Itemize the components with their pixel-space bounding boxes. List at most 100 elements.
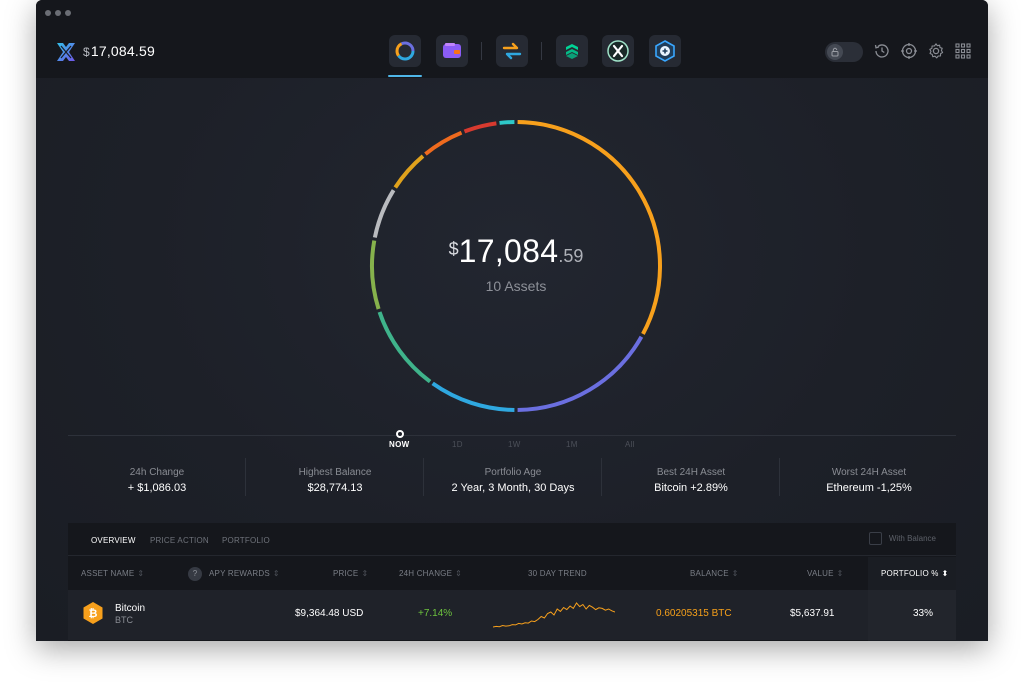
backup-icon[interactable] <box>900 42 918 60</box>
asset-trend-sparkline <box>493 602 615 628</box>
stat-24h-change: 24h Change + $1,086.03 <box>68 456 246 500</box>
timeline-all[interactable]: All <box>625 440 635 449</box>
sparkline-path <box>493 602 615 628</box>
timeline-now[interactable]: NOW <box>389 440 409 449</box>
currency-symbol: $ <box>83 45 90 59</box>
active-app-indicator <box>388 75 422 77</box>
header-label: VALUE <box>807 569 834 578</box>
sort-icon: ⇕ <box>361 569 369 578</box>
stat-label: Portfolio Age <box>484 467 542 478</box>
assets-tabs: OVERVIEW PRICE ACTION PORTFOLIO With Bal… <box>68 523 956 556</box>
portfolio-amount-dec: .59 <box>558 246 584 266</box>
tab-price-action[interactable]: PRICE ACTION <box>150 536 209 545</box>
asset-ticker: BTC <box>115 615 133 625</box>
xdc-app-button[interactable] <box>602 35 634 67</box>
donut-segment[interactable] <box>424 130 463 156</box>
with-balance-checkbox[interactable] <box>868 532 882 545</box>
app-store-button[interactable] <box>649 35 681 67</box>
exchange-app-button[interactable] <box>496 35 528 67</box>
compound-app-button[interactable] <box>556 35 588 67</box>
sort-icon: ⇕ <box>455 569 463 578</box>
xdc-icon <box>607 40 629 62</box>
sort-desc-icon: ⬍ <box>941 569 949 578</box>
lock-icon <box>827 44 843 60</box>
timeline-1w[interactable]: 1W <box>508 440 521 449</box>
header-24h-change[interactable]: 24H CHANGE ⇕ <box>399 569 462 578</box>
sort-icon: ⇕ <box>836 569 844 578</box>
header-label: APY REWARDS <box>209 569 270 578</box>
timeline-1d[interactable]: 1D <box>452 440 463 449</box>
sort-icon: ⇕ <box>731 569 739 578</box>
stat-label: Best 24H Asset <box>656 467 726 478</box>
window-dot-maximize[interactable] <box>65 10 71 16</box>
assets-count: 10 Assets <box>485 278 547 294</box>
table-row[interactable]: ₿ Bitcoin BTC $9,364.48 USD +7.14% 0.602… <box>68 590 956 640</box>
stat-label: 24h Change <box>129 467 185 478</box>
lock-toggle[interactable] <box>825 42 863 62</box>
timeline-1m[interactable]: 1M <box>566 440 578 449</box>
timeline-marker[interactable] <box>396 430 404 438</box>
portfolio-donut: $17,084.59 10 Assets <box>366 116 666 416</box>
stats-bar: 24h Change + $1,086.03 Highest Balance $… <box>68 456 956 500</box>
tab-overview[interactable]: OVERVIEW <box>91 536 136 545</box>
exchange-icon <box>502 42 522 60</box>
help-icon[interactable]: ? <box>188 567 202 581</box>
header-value[interactable]: VALUE ⇕ <box>807 569 844 578</box>
wallet-app-button[interactable] <box>436 35 468 67</box>
header-price[interactable]: PRICE ⇕ <box>333 569 368 578</box>
donut-segment[interactable] <box>372 189 396 238</box>
portfolio-main: $17,084.59 10 Assets NOW 1D 1W 1M All 24… <box>36 78 988 641</box>
stat-highest-balance: Highest Balance $28,774.13 <box>246 456 424 500</box>
header-30-day-trend: 30 DAY TREND <box>528 569 587 578</box>
balance-amount: 17,084.59 <box>90 43 155 59</box>
header-apy-rewards[interactable]: APY REWARDS ⇕ <box>209 569 280 578</box>
window-dot-minimize[interactable] <box>55 10 61 16</box>
compound-icon <box>566 44 578 59</box>
portfolio-currency: $ <box>448 239 459 259</box>
asset-price: $9,364.48 USD <box>295 608 364 619</box>
table-header: ASSET NAME ⇕ ? APY REWARDS ⇕ PRICE ⇕ 24H CH… <box>68 557 956 590</box>
header-balance[interactable]: BALANCE ⇕ <box>690 569 739 578</box>
header-asset-name[interactable]: ASSET NAME ⇕ <box>81 569 144 578</box>
asset-portfolio-percent: 33% <box>913 608 934 619</box>
tab-portfolio[interactable]: PORTFOLIO <box>222 536 270 545</box>
sort-icon: ⇕ <box>137 569 145 578</box>
stat-best-asset: Best 24H Asset Bitcoin +2.89% <box>602 456 780 500</box>
donut-segment[interactable] <box>517 120 662 335</box>
header-label: 24H CHANGE <box>399 569 453 578</box>
add-app-icon <box>655 40 675 62</box>
sort-icon: ⇕ <box>272 569 280 578</box>
assets-panel: OVERVIEW PRICE ACTION PORTFOLIO With Bal… <box>68 523 956 641</box>
settings-icon[interactable] <box>927 42 945 60</box>
svg-text:₿: ₿ <box>89 608 98 620</box>
donut-segment[interactable] <box>499 120 515 125</box>
top-bar: $17,084.59 <box>36 26 988 78</box>
stat-value: Bitcoin +2.89% <box>654 482 728 494</box>
donut-segment[interactable] <box>393 154 425 189</box>
header-label: PRICE <box>333 569 359 578</box>
grid-icon[interactable] <box>954 42 972 60</box>
with-balance-filter[interactable]: With Balance <box>868 532 936 545</box>
title-bar <box>36 0 988 26</box>
app-window: $17,084.59 $17,084.59 10 Assets NOW 1D 1… <box>36 0 988 641</box>
stat-label: Highest Balance <box>298 467 372 478</box>
header-portfolio[interactable]: PORTFOLIO % ⬍ <box>881 569 949 578</box>
portfolio-app-button[interactable] <box>389 35 421 67</box>
window-dot-close[interactable] <box>45 10 51 16</box>
history-icon[interactable] <box>873 42 891 60</box>
separator <box>541 42 542 60</box>
asset-name: Bitcoin <box>115 603 146 614</box>
separator <box>481 42 482 60</box>
stat-value: Ethereum -1,25% <box>826 482 912 494</box>
asset-24h-change: +7.14% <box>418 608 453 619</box>
wallet-icon <box>443 43 461 58</box>
header-label: PORTFOLIO % <box>881 569 939 578</box>
donut-segment[interactable] <box>463 121 497 134</box>
donut-segment[interactable] <box>431 381 515 412</box>
portfolio-total: $17,084.59 <box>366 233 666 270</box>
donut-segment[interactable] <box>517 335 644 412</box>
donut-segment[interactable] <box>377 311 432 384</box>
stat-label: Worst 24H Asset <box>831 467 907 478</box>
with-balance-label: With Balance <box>888 534 936 543</box>
stat-worst-asset: Worst 24H Asset Ethereum -1,25% <box>780 456 958 500</box>
